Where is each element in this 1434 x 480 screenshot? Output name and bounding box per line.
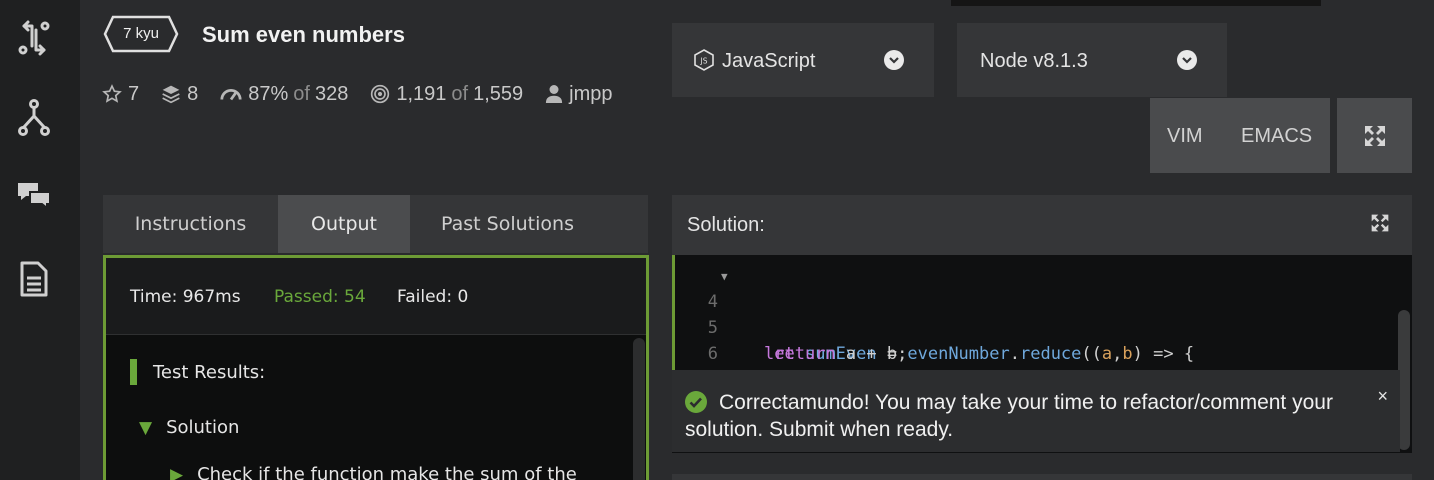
code-line: 5 return a + b; [672, 289, 1392, 364]
test-case[interactable]: ▶ Check if the function make the sum of … [170, 464, 577, 480]
test-results-heading: Test Results: [130, 359, 265, 385]
solution-header: Solution: [672, 195, 1412, 255]
left-tabs: Instructions Output Past Solutions [103, 195, 648, 253]
passed-count: Passed: 54 [274, 287, 366, 307]
stars-stat[interactable]: 7 [102, 83, 139, 106]
run-time: Time: 967ms [130, 287, 241, 307]
practice-icon[interactable] [14, 18, 54, 58]
close-icon[interactable]: × [1377, 386, 1388, 407]
chevron-down-icon [884, 50, 904, 70]
triangle-right-icon: ▶ [170, 464, 184, 480]
expand-icon[interactable] [1370, 213, 1390, 238]
chevron-down-icon [1177, 50, 1197, 70]
completed-stat: 1,191 of 1,559 [370, 83, 523, 106]
fullscreen-button[interactable] [1337, 98, 1412, 173]
kata-stats: 7 8 87% of 328 1,191 of 1,559 jmpp [102, 80, 635, 108]
tooltip-bar [951, 0, 1321, 6]
failed-count: Failed: 0 [397, 287, 469, 307]
version-value: Node v8.1.3 [980, 50, 1088, 72]
js-icon: JS [694, 49, 714, 77]
left-rail [0, 0, 80, 480]
run-summary: Time: 967ms Passed: 54 Failed: 0 [106, 258, 646, 335]
output-scrollbar[interactable] [633, 338, 645, 480]
test-group[interactable]: ▼ Solution [139, 417, 239, 438]
vim-button[interactable]: VIM [1167, 125, 1203, 148]
tab-past-solutions[interactable]: Past Solutions [410, 195, 605, 253]
code-line: 7 return sumEven; [672, 341, 1392, 416]
author-stat[interactable]: jmpp [545, 83, 613, 106]
satisfaction-stat: 87% of 328 [220, 83, 348, 106]
language-value: JavaScript [722, 50, 816, 72]
collections-icon [161, 84, 181, 104]
heading-marker [130, 359, 137, 385]
panel-divider [672, 474, 1412, 480]
output-panel: Time: 967ms Passed: 54 Failed: 0 Test Re… [103, 255, 649, 480]
completed-icon [370, 84, 390, 104]
tab-instructions[interactable]: Instructions [103, 195, 278, 253]
satisfaction-icon [220, 86, 242, 102]
collections-stat[interactable]: 8 [161, 83, 198, 106]
solution-label: Solution: [687, 214, 765, 236]
expand-icon [1364, 125, 1385, 146]
editor-mode-buttons: VIM EMACS [1150, 98, 1330, 173]
rank-badge: 7 kyu [103, 15, 179, 53]
docs-icon[interactable] [14, 259, 54, 299]
tab-output[interactable]: Output [278, 195, 410, 253]
fork-icon[interactable] [14, 98, 54, 138]
star-icon [102, 84, 122, 104]
language-select[interactable]: JS JavaScript [672, 23, 934, 97]
success-toast: Correctamundo! You may take your time to… [672, 370, 1400, 452]
fold-arrow-icon[interactable]: ▼ [721, 264, 728, 290]
rank-label: 7 kyu [123, 25, 159, 42]
emacs-button[interactable]: EMACS [1241, 125, 1312, 148]
user-icon [545, 84, 563, 104]
svg-text:JS: JS [700, 57, 708, 66]
code-line: 4 ▼ let sumEven = evenNumber.reduce((a,b… [672, 263, 1392, 364]
code-line: 6 }) [672, 315, 1392, 390]
discuss-icon[interactable] [14, 175, 54, 215]
kata-title[interactable]: Sum even numbers [202, 22, 405, 48]
version-select[interactable]: Node v8.1.3 [957, 23, 1227, 97]
triangle-down-icon: ▼ [139, 417, 153, 438]
toast-message: Correctamundo! You may take your time to… [685, 391, 1333, 441]
